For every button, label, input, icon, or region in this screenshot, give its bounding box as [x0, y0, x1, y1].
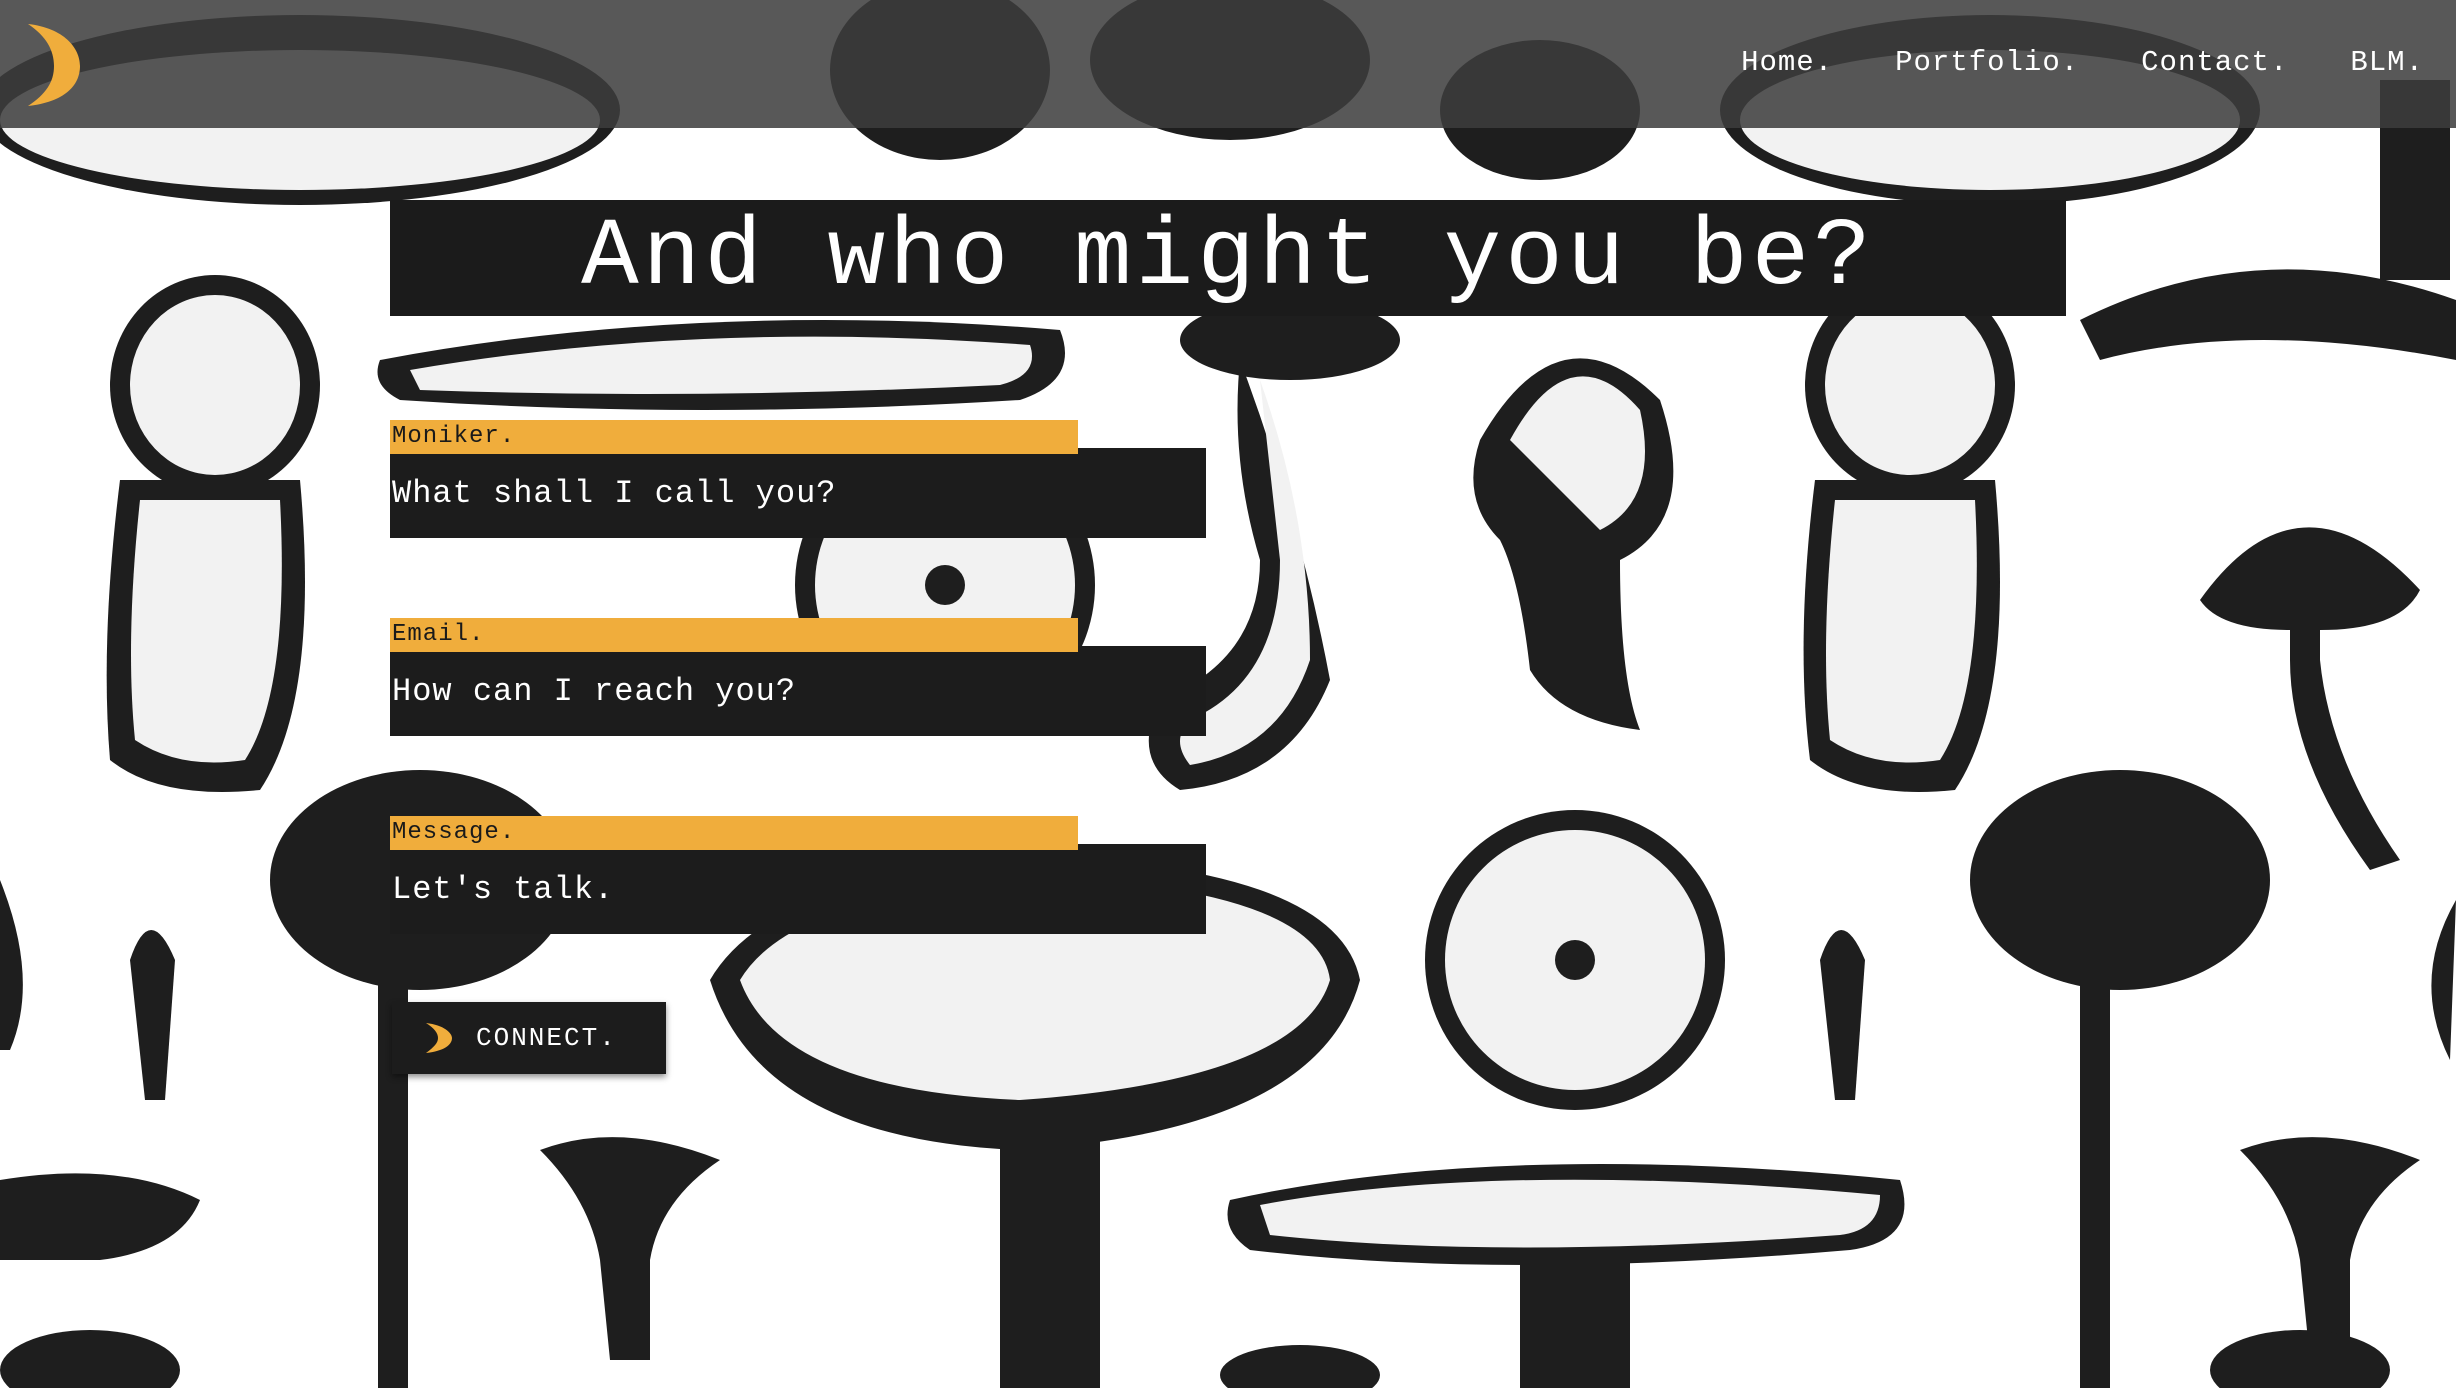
crescent-moon-icon[interactable] [20, 20, 82, 108]
top-navigation-bar: Home. Portfolio. Contact. BLM. [0, 0, 2456, 128]
moniker-label: Moniker. [390, 420, 1078, 454]
nav-portfolio-link[interactable]: Portfolio. [1895, 46, 2079, 79]
connect-button[interactable]: CONNECT. [392, 1002, 666, 1074]
page-title: And who might you be? [581, 203, 1875, 312]
nav-blm-link[interactable]: BLM. [2350, 46, 2424, 79]
email-input[interactable] [390, 646, 1206, 736]
main-nav: Home. Portfolio. Contact. BLM. [1741, 0, 2456, 124]
moniker-input[interactable] [390, 448, 1206, 538]
email-label: Email. [390, 618, 1078, 652]
message-label: Message. [390, 816, 1078, 850]
connect-button-label: CONNECT. [476, 1023, 617, 1053]
nav-contact-link[interactable]: Contact. [2141, 46, 2288, 79]
nav-home-link[interactable]: Home. [1741, 46, 1833, 79]
page-title-banner: And who might you be? [390, 200, 2066, 316]
crescent-moon-icon [426, 1023, 452, 1053]
message-input[interactable] [390, 844, 1206, 934]
